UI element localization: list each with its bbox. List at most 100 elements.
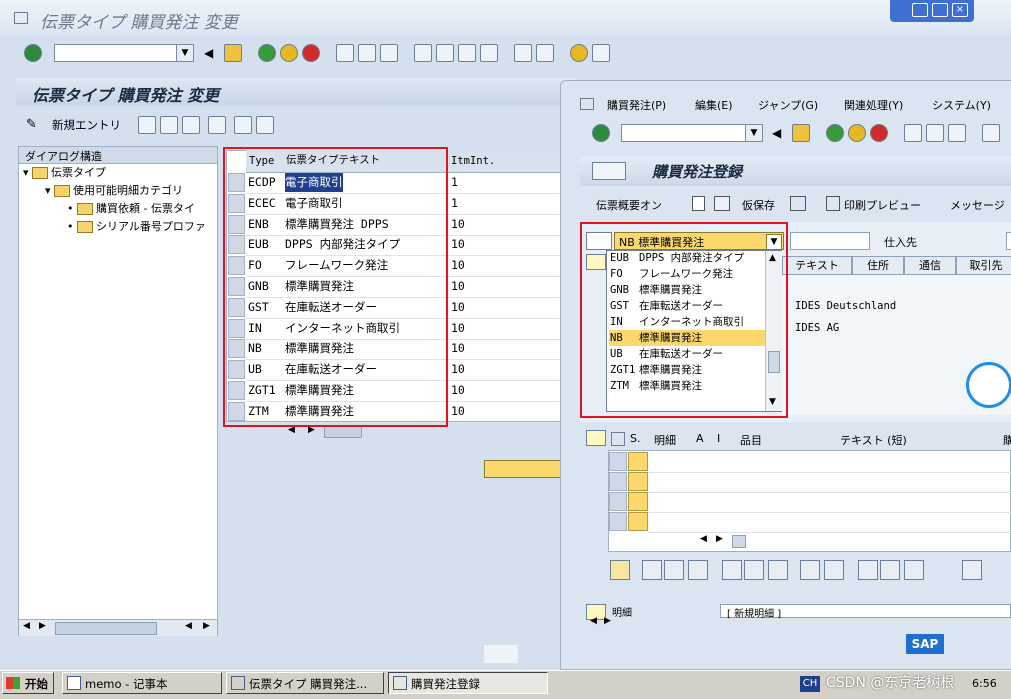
details-icon[interactable] [610,560,630,580]
shortcut-icon[interactable] [536,44,554,62]
print-icon[interactable] [858,560,878,580]
cell-itmint[interactable]: 10 [451,319,465,338]
position-button[interactable] [484,460,564,478]
window-menu-icon[interactable] [14,12,28,24]
last-page-icon[interactable] [480,44,498,62]
col-select-icon[interactable] [611,432,625,446]
scroll-thumb[interactable] [732,535,746,548]
help-icon[interactable] [570,44,588,62]
layout-menu-icon[interactable] [592,44,610,62]
assistant-avatar[interactable] [966,362,1011,408]
deselect-icon[interactable] [256,116,274,134]
scroll-left-icon[interactable]: ◀ [590,616,597,626]
doc-overview-button[interactable]: 伝票概要オン [596,197,662,213]
cancel-icon[interactable] [870,124,888,142]
tree-item-item-categories[interactable]: ▾ 使用可能明細カテゴリ [45,183,183,199]
grid-row-selector[interactable] [609,452,627,471]
first-page-icon[interactable] [982,124,1000,142]
grid-status-cell[interactable] [628,512,648,531]
close-button[interactable]: × [952,3,968,17]
undo-icon[interactable] [182,116,200,134]
enter-check-icon[interactable] [592,124,610,142]
item-grid-hscrollbar[interactable]: ◀ ▶ [700,534,760,548]
chevron-down-icon[interactable]: ▼ [176,45,193,61]
filter-icon[interactable] [880,560,900,580]
col-item[interactable]: 明細 [654,432,676,448]
col-short-text[interactable]: テキスト (短) [840,432,907,448]
col-a[interactable]: A [696,432,704,445]
scroll-right-icon-2[interactable]: ▶ [203,621,210,631]
col-more[interactable]: 購 [1003,432,1011,448]
cell-itmint[interactable]: 1 [451,173,458,192]
find-icon[interactable] [926,124,944,142]
cell-itmint[interactable]: 10 [451,381,465,400]
col-i[interactable]: I [717,432,720,445]
print-preview-icon[interactable] [826,196,840,211]
find-next-icon[interactable] [948,124,966,142]
cell-itmint[interactable]: 10 [451,256,465,275]
table-row[interactable] [648,492,1011,513]
save-icon[interactable] [224,44,242,62]
po-command-field[interactable]: ▼ [621,124,763,142]
new-entries-button[interactable]: 新規エントリ [52,117,121,133]
table-row[interactable] [648,472,1011,493]
new-session-icon[interactable] [514,44,532,62]
task-doc-type-window[interactable]: 伝票タイプ 購買発注... [226,672,384,694]
items-toggle-icon[interactable] [586,430,606,446]
col-material[interactable]: 品目 [740,432,762,448]
cancel-icon[interactable] [302,44,320,62]
block-icon[interactable] [688,560,708,580]
first-page-icon[interactable] [414,44,432,62]
scroll-left-icon-2[interactable]: ◀ [185,621,192,631]
columns-icon[interactable] [824,560,844,580]
ime-indicator[interactable]: CH [800,676,820,692]
back-arrow-icon[interactable]: ◀ [772,126,781,140]
po-window-icon[interactable] [580,98,594,110]
command-field[interactable]: ▼ [54,44,194,62]
save-icon[interactable] [792,124,810,142]
cell-itmint[interactable]: 10 [451,360,465,379]
scroll-right-icon[interactable]: ▶ [716,534,723,544]
task-po-window[interactable]: 購買発注登録 [388,672,548,694]
chevron-down-icon[interactable]: ▼ [745,125,762,141]
grid-row-selector[interactable] [609,472,627,491]
cell-itmint[interactable]: 10 [451,402,465,421]
scroll-thumb[interactable] [55,622,157,635]
find-next-icon[interactable] [380,44,398,62]
back-icon[interactable] [258,44,276,62]
cell-itmint[interactable]: 1 [451,194,458,213]
tree-item-serial-profile[interactable]: • シリアル番号プロファ [67,219,206,235]
deselect-icon[interactable] [664,560,684,580]
task-notepad[interactable]: memo - 记事本 [62,672,222,694]
cell-itmint[interactable]: 10 [451,339,465,358]
tree-hscrollbar[interactable]: ◀ ▶ ◀ ▶ [19,619,217,636]
grid-status-cell[interactable] [628,452,648,471]
tree-item-purchase-requisition[interactable]: • 購買依頼 - 伝票タイ [67,201,195,217]
filter-off-icon[interactable] [904,560,924,580]
scroll-right-icon[interactable]: ▶ [604,616,611,626]
back-arrow-icon[interactable]: ◀ [204,46,213,60]
cell-itmint[interactable]: 10 [451,298,465,317]
menu-goto[interactable]: ジャンプ(G) [758,97,818,113]
hold-button[interactable]: 仮保存 [742,197,775,213]
lock-icon[interactable] [744,560,764,580]
menu-environment[interactable]: 関連処理(Y) [844,97,903,113]
table-row[interactable] [648,452,1011,473]
po-bottom-hscrollbar[interactable]: ◀ ▶ [584,616,1011,630]
menu-system[interactable]: システム(Y) [932,97,991,113]
print-icon[interactable] [904,124,922,142]
attach-icon[interactable] [962,560,982,580]
enter-check-icon[interactable] [24,44,42,62]
tab-text[interactable]: テキスト [782,256,852,274]
find-icon[interactable] [358,44,376,62]
grid-status-cell[interactable] [628,492,648,511]
back-icon[interactable] [826,124,844,142]
tab-communication[interactable]: 通信 [904,256,956,274]
copy-icon[interactable] [800,560,820,580]
next-page-icon[interactable] [458,44,476,62]
restore-button[interactable] [932,3,948,17]
print-preview-button[interactable]: 印刷プレビュー [844,197,921,213]
exit-icon[interactable] [848,124,866,142]
tab-partners[interactable]: 取引先 [956,256,1011,274]
grid-row-selector[interactable] [609,512,627,531]
